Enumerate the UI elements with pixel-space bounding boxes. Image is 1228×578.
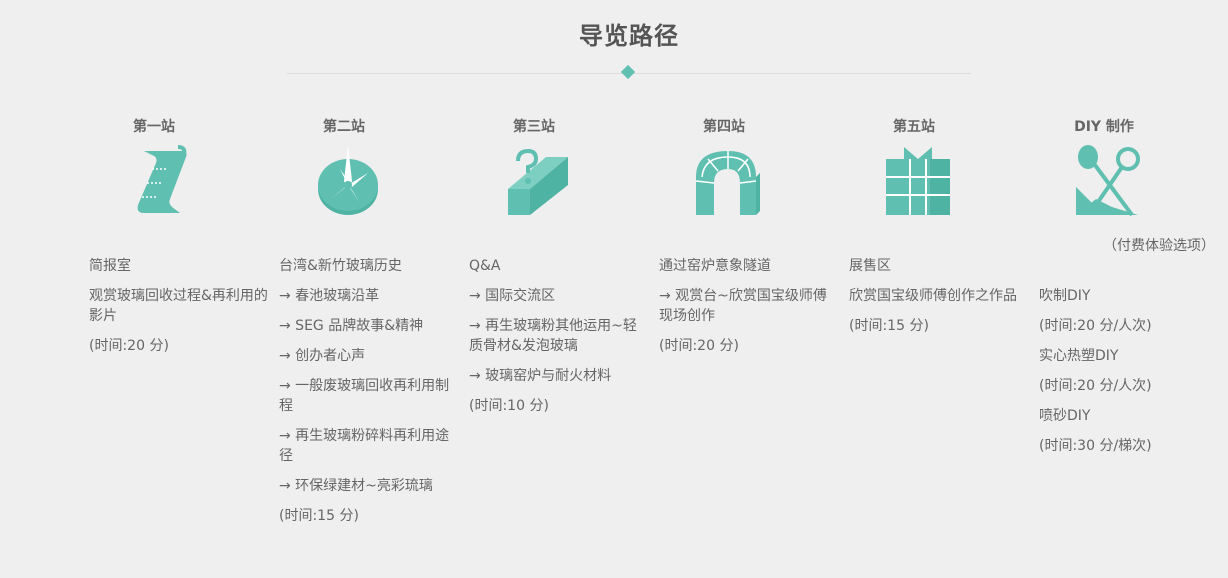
gift-box-icon xyxy=(886,147,950,215)
scroll-icon xyxy=(137,145,187,213)
station-title: 第五站 xyxy=(893,119,935,135)
station-2: 第二站 台湾&新竹玻璃历史 → 春池玻璃沿革 → SEG 品牌故事&精神 → 创… xyxy=(279,0,469,578)
station-line: → 观赏台~欣赏国宝级师傅现场创作 xyxy=(659,288,827,324)
station-line: 台湾&新竹玻璃历史 xyxy=(279,258,402,274)
station-line: (时间:10 分) xyxy=(469,398,549,414)
station-line: → 环保绿建材~亮彩琉璃 xyxy=(279,478,433,494)
station-1: 第一站 简报室 观赏玻璃回收过程&再利用的影片 (时间:20 分) xyxy=(89,0,279,578)
station-3: 第三站 Q&A → 国际交流区 → 再生玻璃粉其他运用~轻质骨材&发泡玻璃 → … xyxy=(469,0,659,578)
station-line: → 一般废玻璃回收再利用制程 xyxy=(279,378,450,414)
station-line: 观赏玻璃回收过程&再利用的影片 xyxy=(89,288,268,324)
station-line: (时间:15 分) xyxy=(279,508,359,524)
station-diy: DIY 制作 （付费体验选项） 吹制DIY (时间:20 分/人次) 实心热塑D… xyxy=(1039,0,1228,578)
station-line: 吹制DIY xyxy=(1039,288,1091,304)
station-title: 第二站 xyxy=(323,119,365,135)
station-line: → 再生玻璃粉其他运用~轻质骨材&发泡玻璃 xyxy=(469,318,637,354)
station-line: → 再生玻璃粉碎料再利用途径 xyxy=(279,428,450,464)
station-line: → 春池玻璃沿革 xyxy=(279,288,380,304)
station-title: DIY 制作 xyxy=(1074,119,1134,135)
station-line: 喷砂DIY xyxy=(1039,408,1091,424)
station-title: 第四站 xyxy=(703,119,745,135)
station-line: (时间:20 分) xyxy=(89,338,169,354)
station-5: 第五站 展售区 欣赏国宝级师傅创作之作品 (时间:15 分) xyxy=(849,0,1039,578)
station-title: 第一站 xyxy=(133,119,175,135)
station-line: (时间:15 分) xyxy=(849,318,929,334)
station-title: 第三站 xyxy=(513,119,555,135)
station-line: → 创办者心声 xyxy=(279,348,366,364)
station-line: (时间:30 分/梯次) xyxy=(1039,438,1152,454)
station-line: 展售区 xyxy=(849,258,891,274)
station-line: → 国际交流区 xyxy=(469,288,556,304)
station-line: 通过窑炉意象隧道 xyxy=(659,258,771,274)
compass-icon xyxy=(318,145,378,215)
station-4: 第四站 通过窑炉意象隧道 → 观赏台~欣赏国宝级师傅现场创作 (时间:20 分) xyxy=(659,0,849,578)
station-line: (时间:20 分) xyxy=(659,338,739,354)
station-line: (时间:20 分/人次) xyxy=(1039,378,1152,394)
kiln-tunnel-icon xyxy=(695,151,760,215)
question-box-icon xyxy=(508,148,568,215)
station-line: 欣赏国宝级师傅创作之作品 xyxy=(849,288,1017,304)
paid-option-note: （付费体验选项） xyxy=(1103,238,1215,254)
station-line: → SEG 品牌故事&精神 xyxy=(279,318,424,334)
station-line: → 玻璃窑炉与耐火材料 xyxy=(469,368,612,384)
station-line: (时间:20 分/人次) xyxy=(1039,318,1152,334)
station-line: 实心热塑DIY xyxy=(1039,348,1119,364)
station-line: Q&A xyxy=(469,258,501,274)
station-line: 简报室 xyxy=(89,258,131,274)
diy-tools-icon xyxy=(1076,145,1140,217)
